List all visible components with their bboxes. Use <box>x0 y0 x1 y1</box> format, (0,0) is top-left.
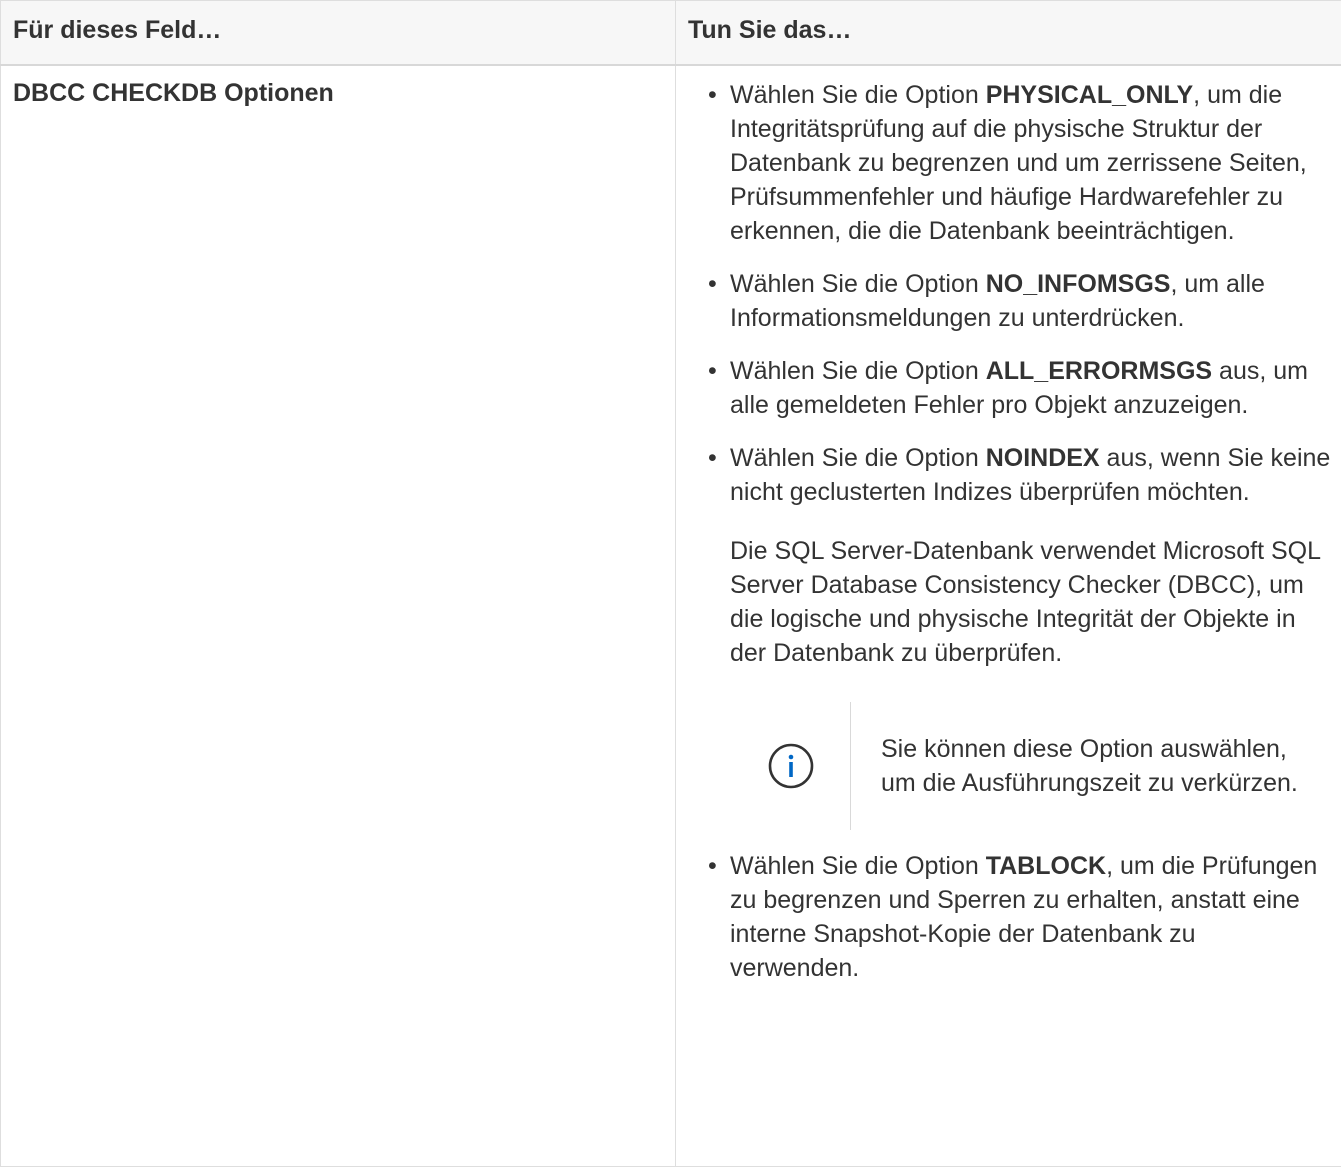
table-row: DBCC CHECKDB Optionen Wählen Sie die Opt… <box>0 64 1341 1167</box>
option-text-pre: Wählen Sie die Option <box>730 356 986 385</box>
option-item-physical-only: Wählen Sie die Option PHYSICAL_ONLY, um … <box>706 78 1331 248</box>
table-header-row: Für dieses Feld… Tun Sie das… <box>0 0 1341 66</box>
dbcc-explanation-paragraph: Die SQL Server-Datenbank verwendet Micro… <box>730 536 1321 667</box>
option-name-noindex: NOINDEX <box>985 443 1100 472</box>
option-name-physical-only: PHYSICAL_ONLY <box>985 80 1194 109</box>
header-action-column: Tun Sie das… <box>675 0 1341 66</box>
field-name-cell: DBCC CHECKDB Optionen <box>0 64 676 1167</box>
options-table: Für dieses Feld… Tun Sie das… DBCC CHECK… <box>0 0 1341 1167</box>
info-circle-icon <box>768 743 814 788</box>
note-icon-column <box>730 701 851 830</box>
options-list: Wählen Sie die Option PHYSICAL_ONLY, um … <box>706 78 1331 985</box>
option-name-no-infomsgs: NO_INFOMSGS <box>985 269 1171 298</box>
option-name-all-errormsgs: ALL_ERRORMSGS <box>985 356 1213 385</box>
option-text-pre: Wählen Sie die Option <box>730 443 986 472</box>
option-name-tablock: TABLOCK <box>985 851 1107 880</box>
option-text-pre: Wählen Sie die Option <box>730 851 986 880</box>
header-field-column: Für dieses Feld… <box>0 0 676 66</box>
note-block: Sie können diese Option auswählen, um di… <box>730 701 1331 830</box>
option-item-all-errormsgs: Wählen Sie die Option ALL_ERRORMSGS aus,… <box>706 354 1331 422</box>
option-text-pre: Wählen Sie die Option <box>730 269 986 298</box>
option-item-noindex: Wählen Sie die Option NOINDEX aus, wenn … <box>706 441 1331 830</box>
option-text-pre: Wählen Sie die Option <box>730 80 986 109</box>
note-text: Sie können diese Option auswählen, um di… <box>881 734 1298 797</box>
description-cell: Wählen Sie die Option PHYSICAL_ONLY, um … <box>675 64 1341 1167</box>
option-item-no-infomsgs: Wählen Sie die Option NO_INFOMSGS, um al… <box>706 267 1331 335</box>
option-item-tablock: Wählen Sie die Option TABLOCK, um die Pr… <box>706 849 1331 985</box>
